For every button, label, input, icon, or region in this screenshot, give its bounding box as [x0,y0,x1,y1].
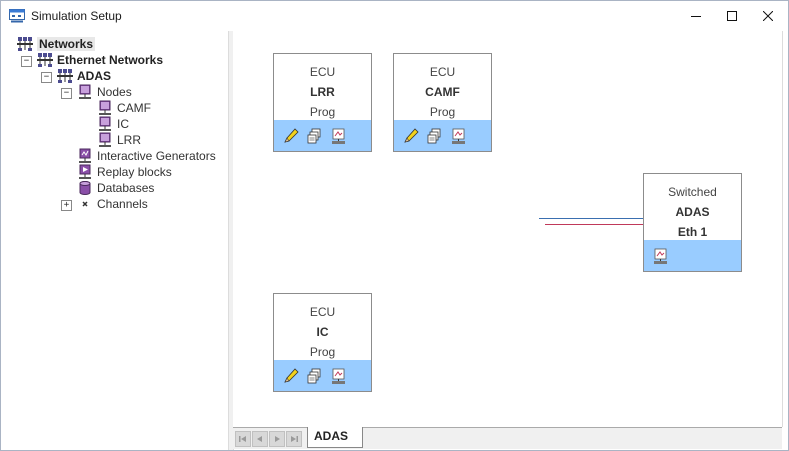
tree-label-lrr: LRR [117,133,142,147]
tab-adas[interactable]: ADAS [307,427,364,448]
tree-label-camf: CAMF [117,101,151,115]
tree-label-databases: Databases [97,181,155,195]
tree-label-interactive-generators: Interactive Generators [97,149,216,163]
bus-network-icon [57,69,73,83]
channel-icon [82,201,88,207]
card-mode: Prog [429,105,456,119]
documents-icon[interactable] [426,127,444,145]
card-channel: Eth 1 [677,225,708,239]
tab-bar: ADAS [233,427,782,449]
card-toolbar [644,240,741,271]
tree-label-ethernet-networks: Ethernet Networks [57,53,164,67]
maximize-icon [727,11,737,21]
tree-label-ic: IC [117,117,129,131]
simulation-canvas[interactable]: ECU LRR Prog ECU CAMF Prog Switched ADAS… [233,31,783,427]
card-toolbar [274,120,371,151]
ecu-card-camf[interactable]: ECU CAMF Prog [393,53,492,152]
minimize-button[interactable] [678,1,714,31]
tree-item-node-ic[interactable]: IC [97,116,129,132]
tree-label-nodes: Nodes [97,85,132,99]
title-bar: Simulation Setup [1,1,788,31]
interactive-generator-icon [79,148,91,163]
edit-pencil-icon[interactable] [282,127,300,145]
ecu-node-icon [99,132,111,147]
ecu-card-ic[interactable]: ECU IC Prog [273,293,372,392]
tree-item-nodes[interactable]: Nodes [77,84,132,100]
tree-label-replay-blocks: Replay blocks [97,165,172,179]
card-name: IC [316,325,329,339]
tree-label-channels: Channels [97,197,148,211]
network-port-icon[interactable] [450,127,468,145]
card-toolbar [394,120,491,151]
tree-item-databases[interactable]: Databases [77,180,154,196]
minimize-icon [691,16,701,17]
first-tab-button[interactable] [235,431,251,447]
last-tab-button[interactable] [286,431,302,447]
simulation-setup-window: Simulation Setup Networks − Ethernet Net… [0,0,789,451]
replay-block-icon [79,164,91,179]
network-tree: Networks − Ethernet Networks − ADAS − No… [1,31,227,450]
card-name: ADAS [675,205,710,219]
previous-icon [257,436,262,442]
card-mode: Prog [309,345,336,359]
card-toolbar [274,360,371,391]
card-type: Switched [668,185,717,199]
tree-item-node-lrr[interactable]: LRR [97,132,141,148]
collapse-adas-toggle[interactable]: − [41,72,52,83]
tree-label-networks: Networks [37,37,96,51]
documents-icon[interactable] [306,127,324,145]
next-tab-button[interactable] [269,431,285,447]
network-icon [17,37,33,51]
ethernet-network-icon [37,53,53,67]
tree-item-interactive-generators[interactable]: Interactive Generators [77,148,216,164]
card-name: LRR [310,85,335,99]
tree-item-replay-blocks[interactable]: Replay blocks [77,164,172,180]
ecu-node-icon [99,116,111,131]
close-button[interactable] [750,1,786,31]
collapse-nodes-toggle[interactable]: − [61,88,72,99]
network-port-icon[interactable] [330,127,348,145]
previous-tab-button[interactable] [252,431,268,447]
documents-icon[interactable] [306,367,324,385]
tree-item-ethernet-networks[interactable]: Ethernet Networks [37,52,163,68]
card-type: ECU [309,305,336,319]
switch-card-adas-eth1[interactable]: Switched ADAS Eth 1 [643,173,742,272]
first-icon [239,436,246,442]
edit-pencil-icon[interactable] [402,127,420,145]
card-type: ECU [309,65,336,79]
next-icon [275,436,280,442]
tree-item-networks[interactable]: Networks [17,36,96,52]
network-port-icon[interactable] [652,247,670,265]
simulation-setup-icon [9,9,25,23]
card-mode: Prog [309,105,336,119]
last-icon [291,436,298,442]
card-type: ECU [429,65,456,79]
tree-item-adas[interactable]: ADAS [57,68,111,84]
tree-item-node-camf[interactable]: CAMF [97,100,151,116]
collapse-ethernet-toggle[interactable]: − [21,56,32,67]
database-icon [79,181,91,195]
tree-label-adas: ADAS [77,69,112,83]
node-folder-icon [79,84,91,99]
expand-channels-toggle[interactable]: + [61,200,72,211]
edit-pencil-icon[interactable] [282,367,300,385]
window-title: Simulation Setup [31,9,122,23]
ecu-card-lrr[interactable]: ECU LRR Prog [273,53,372,152]
ecu-node-icon [99,100,111,115]
network-port-icon[interactable] [330,367,348,385]
maximize-button[interactable] [714,1,750,31]
close-icon [763,11,773,21]
tree-item-channels[interactable]: Channels [77,196,148,212]
card-name: CAMF [425,85,460,99]
